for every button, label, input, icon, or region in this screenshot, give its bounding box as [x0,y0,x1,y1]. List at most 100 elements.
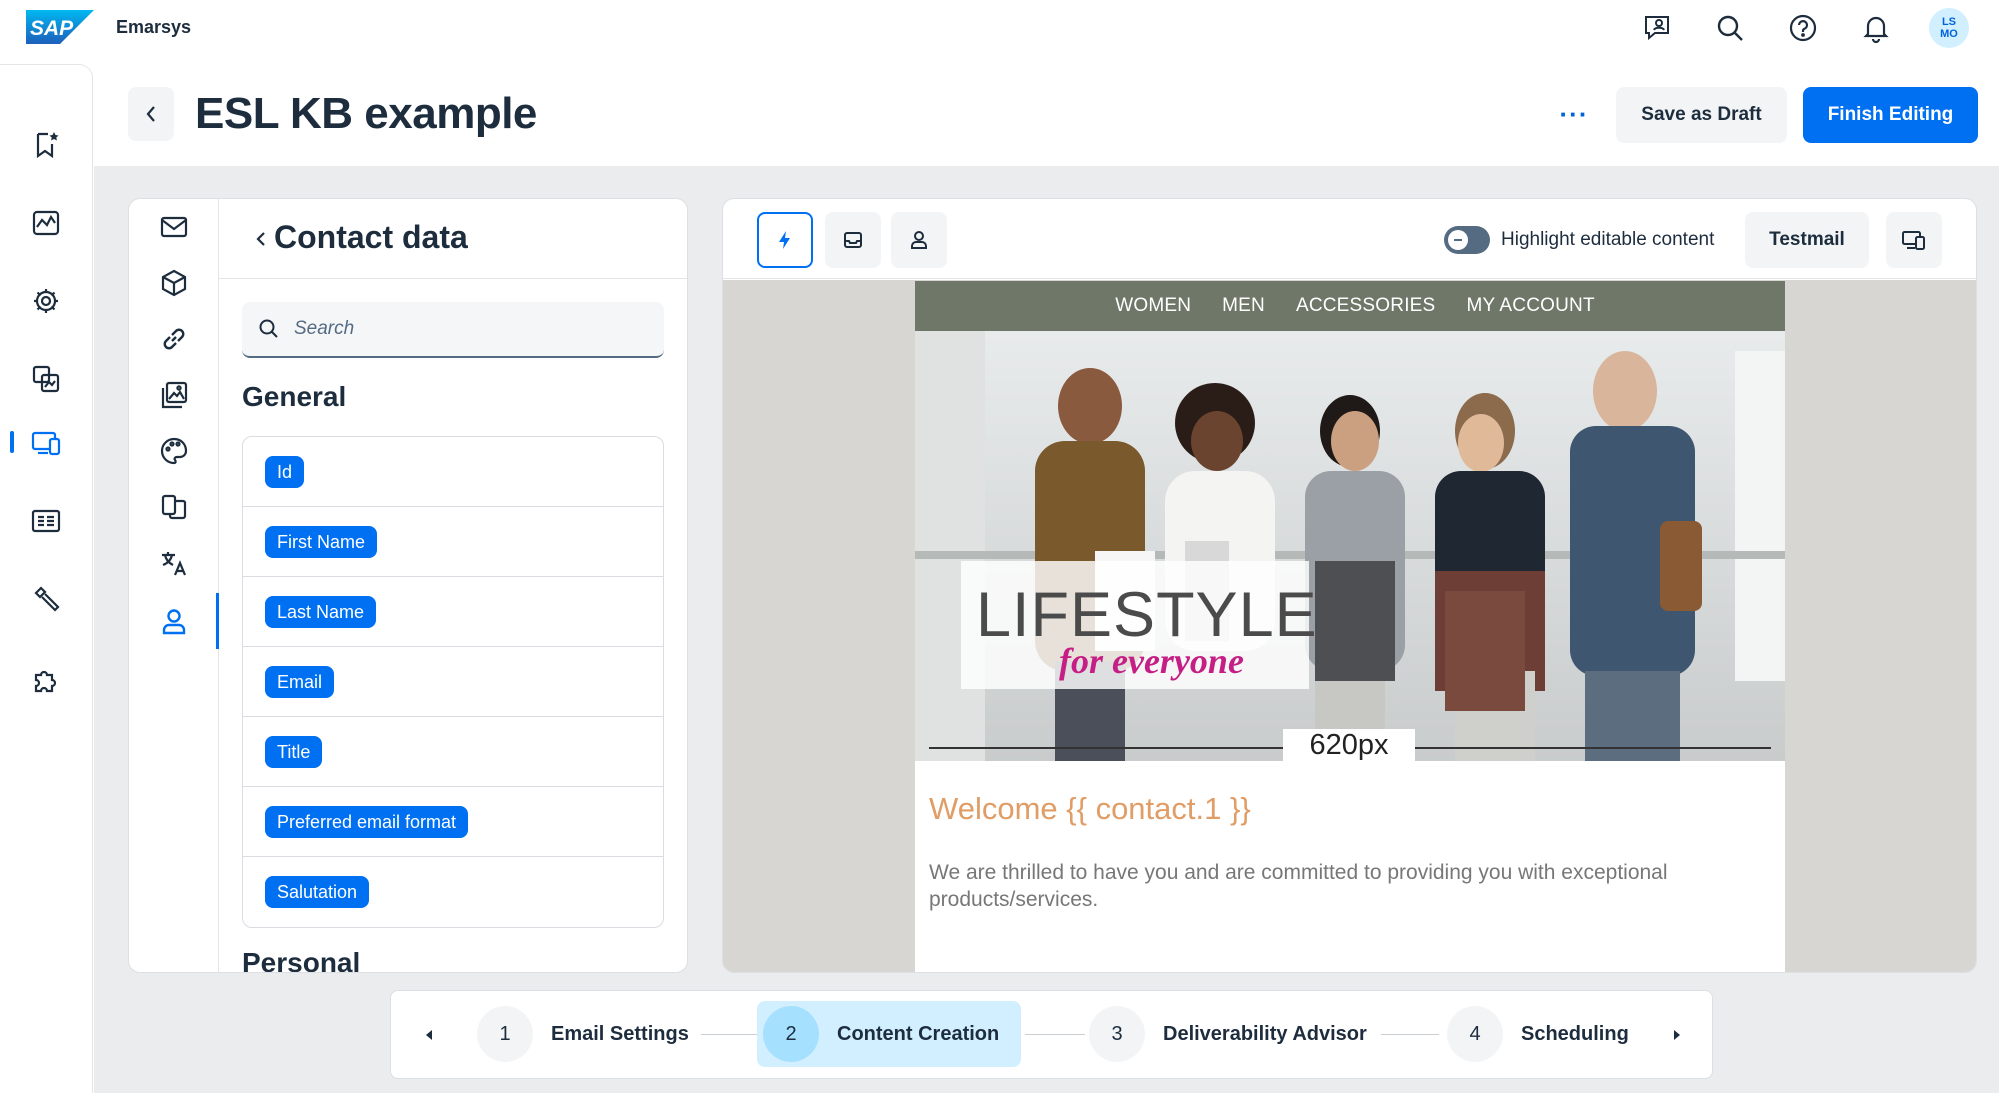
user-avatar[interactable]: LS MO [1929,8,1969,48]
welcome-heading[interactable]: Welcome {{ contact.1 }} [929,791,1251,827]
lightning-icon [779,231,790,249]
panel-title: Contact data [274,219,468,255]
tools-icon[interactable] [22,575,70,623]
sap-logo[interactable]: SAP [26,10,94,44]
field-chip-preferred-email-format[interactable]: Preferred email format [265,805,469,838]
email-preview-panel: Highlight editable content Testmail WOME… [722,198,1977,973]
field-list: Id First Name Last Name Email Title Pref… [242,436,664,928]
notification-icon[interactable] [1856,8,1896,48]
lightning-button[interactable] [757,212,813,268]
step-label: Email Settings [551,1022,689,1045]
list-item: First Name [243,507,663,577]
link-icon[interactable] [150,315,198,363]
person-icon [911,231,927,249]
step-connector [1381,1034,1439,1035]
step-label: Content Creation [837,1022,1000,1045]
inbox-icon [844,232,862,248]
email-nav-men[interactable]: MEN [1222,295,1265,317]
page-title: ESL KB example [195,89,537,138]
analytics-icon[interactable] [22,199,70,247]
step-email-settings[interactable]: 1 Email Settings [471,1001,711,1067]
email-campaign-icon[interactable] [22,497,70,545]
email-nav-my-account[interactable]: MY ACCOUNT [1466,295,1594,317]
search-icon [259,319,278,338]
palette-icon[interactable] [150,427,198,475]
toggle-minus-icon [1454,239,1462,241]
step-connector [1025,1034,1085,1035]
step-number: 3 [1089,1006,1145,1062]
device-icon [1902,231,1925,250]
step-number: 2 [763,1006,819,1062]
preview-canvas: WOMEN MEN ACCESSORIES MY ACCOUNT LIFESTY… [723,280,1976,972]
field-chip-id[interactable]: Id [265,455,305,488]
list-item: Title [243,717,663,787]
finish-editing-button[interactable]: Finish Editing [1803,87,1978,143]
back-button[interactable] [128,87,174,141]
translate-icon[interactable] [150,539,198,587]
panel-header: Contact data [219,199,687,279]
web-channel-icon[interactable] [22,419,70,467]
field-chip-title[interactable]: Title [265,735,323,768]
email-nav-accessories[interactable]: ACCESSORIES [1296,295,1435,317]
wizard-stepper: 1 Email Settings 2 Content Creation 3 De… [390,990,1713,1079]
field-chip-salutation[interactable]: Salutation [265,876,370,908]
email-nav-women[interactable]: WOMEN [1115,295,1191,317]
product-name: Emarsys [116,17,192,37]
shell-bar: SAP Emarsys LS MO [0,0,1999,56]
hero-text-box: LIFESTYLE for everyone [961,561,1317,689]
more-options-button[interactable]: ··· [1552,96,1596,132]
email-body: WOMEN MEN ACCESSORIES MY ACCOUNT LIFESTY… [915,281,1785,972]
caret-left-icon [426,1030,432,1040]
testmail-button[interactable]: Testmail [1745,212,1869,268]
save-as-draft-button[interactable]: Save as Draft [1616,87,1787,143]
side-navigation [0,64,93,1093]
step-number: 1 [477,1006,533,1062]
feedback-icon[interactable] [1637,8,1677,48]
content-icon[interactable] [22,355,70,403]
hero-image[interactable]: LIFESTYLE for everyone [915,331,1785,761]
bookmark-star-icon[interactable] [22,121,70,169]
list-item: Salutation [243,857,663,927]
add-ons-icon[interactable] [22,655,70,703]
person-icon[interactable] [150,597,198,645]
search-input[interactable] [294,318,634,340]
step-deliverability-advisor[interactable]: 3 Deliverability Advisor [1083,1001,1389,1067]
field-chip-last-name[interactable]: Last Name [265,595,377,628]
field-chip-first-name[interactable]: First Name [265,525,378,558]
help-icon[interactable] [1783,8,1823,48]
tool-active-indicator [216,593,219,649]
contact-data-panel: Contact data General Id First Name Last … [128,198,688,973]
step-content-creation[interactable]: 2 Content Creation [757,1001,1022,1067]
chevron-left-icon [146,106,155,122]
person-button[interactable] [891,212,947,268]
step-label: Deliverability Advisor [1163,1022,1367,1045]
list-item: Email [243,647,663,717]
step-scheduling[interactable]: 4 Scheduling [1441,1001,1651,1067]
list-item: Id [243,437,663,507]
stepper-prev-button[interactable] [417,1021,441,1049]
svg-text:SAP: SAP [30,17,74,40]
step-label: Scheduling [1521,1022,1629,1045]
width-indicator-label: 620px [1283,729,1415,762]
search-icon[interactable] [1710,8,1750,48]
stepper-next-button[interactable] [1665,1021,1689,1049]
caret-right-icon [1674,1030,1680,1040]
block-icon[interactable] [150,259,198,307]
chevron-left-icon[interactable] [251,227,271,251]
step-connector [701,1034,757,1035]
highlight-label: Highlight editable content [1501,229,1715,250]
section-title-personal: Personal [242,947,361,973]
hero-subtitle: for everyone [1059,641,1244,681]
inbox-button[interactable] [825,212,881,268]
search-field[interactable] [242,302,664,358]
highlight-toggle[interactable] [1444,226,1490,254]
editor-tool-rail [129,199,219,972]
copy-icon[interactable] [150,483,198,531]
field-chip-email[interactable]: Email [265,665,335,698]
mail-icon[interactable] [150,203,198,251]
device-preview-button[interactable] [1886,212,1942,268]
page-header: ESL KB example ··· Save as Draft Finish … [94,56,1999,166]
image-gallery-icon[interactable] [150,371,198,419]
automation-gear-icon[interactable] [22,277,70,325]
welcome-body[interactable]: We are thrilled to have you and are comm… [929,859,1749,913]
